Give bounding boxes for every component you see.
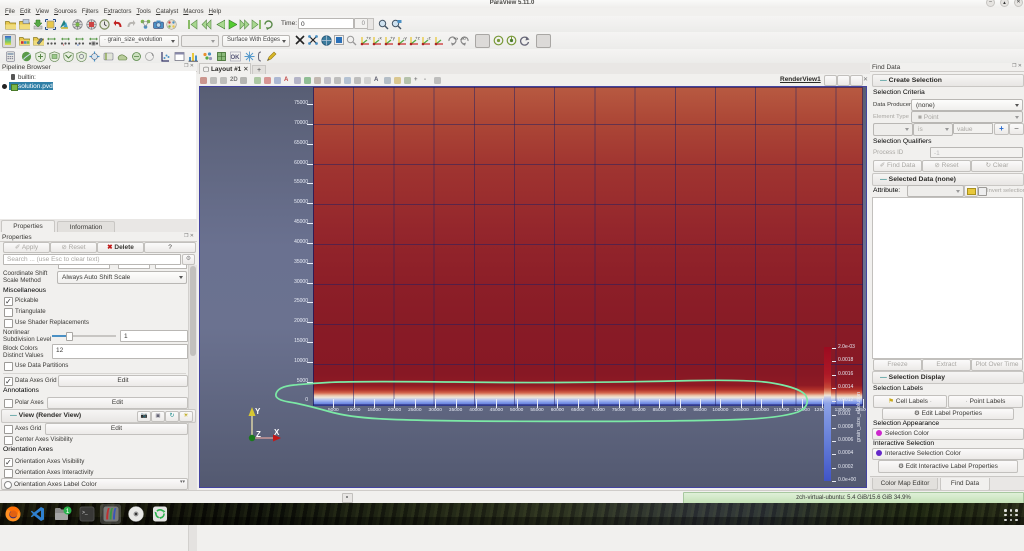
svg-text:+z: +z bbox=[415, 36, 420, 41]
svg-text:+y: +y bbox=[390, 36, 395, 41]
svg-text:-y: -y bbox=[403, 36, 407, 41]
svg-text:c: c bbox=[77, 42, 79, 46]
svg-text:-90: -90 bbox=[460, 36, 467, 41]
svg-text:-x: -x bbox=[378, 36, 382, 41]
svg-text:1: 1 bbox=[66, 508, 70, 515]
svg-text:+90: +90 bbox=[453, 36, 458, 41]
svg-text:X: X bbox=[274, 428, 280, 437]
svg-text:Z: Z bbox=[256, 430, 261, 439]
svg-text:OK: OK bbox=[231, 55, 241, 61]
svg-text:+x: +x bbox=[366, 36, 371, 41]
svg-text:>_: >_ bbox=[82, 510, 88, 516]
svg-text:Y: Y bbox=[255, 407, 261, 416]
svg-text:-z: -z bbox=[427, 36, 431, 41]
